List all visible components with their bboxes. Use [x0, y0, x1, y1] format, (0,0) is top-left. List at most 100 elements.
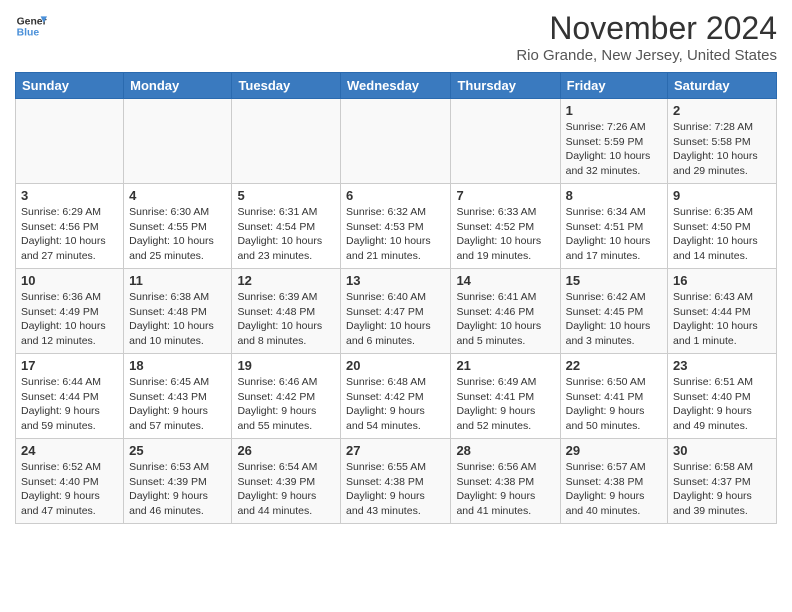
- day-number: 9: [673, 188, 771, 203]
- logo-icon: General Blue: [15, 10, 47, 42]
- day-info: Sunrise: 6:49 AM Sunset: 4:41 PM Dayligh…: [456, 375, 554, 434]
- day-info: Sunrise: 6:41 AM Sunset: 4:46 PM Dayligh…: [456, 290, 554, 349]
- day-number: 11: [129, 273, 226, 288]
- header: General Blue November 2024 Rio Grande, N…: [15, 10, 777, 64]
- day-number: 17: [21, 358, 118, 373]
- day-info: Sunrise: 6:40 AM Sunset: 4:47 PM Dayligh…: [346, 290, 445, 349]
- calendar-day-cell: 4Sunrise: 6:30 AM Sunset: 4:55 PM Daylig…: [124, 184, 232, 269]
- column-header-friday: Friday: [560, 73, 667, 99]
- day-number: 15: [566, 273, 662, 288]
- day-number: 6: [346, 188, 445, 203]
- day-info: Sunrise: 6:32 AM Sunset: 4:53 PM Dayligh…: [346, 205, 445, 264]
- day-info: Sunrise: 6:51 AM Sunset: 4:40 PM Dayligh…: [673, 375, 771, 434]
- day-number: 21: [456, 358, 554, 373]
- day-number: 13: [346, 273, 445, 288]
- day-info: Sunrise: 6:29 AM Sunset: 4:56 PM Dayligh…: [21, 205, 118, 264]
- day-info: Sunrise: 7:28 AM Sunset: 5:58 PM Dayligh…: [673, 120, 771, 179]
- empty-cell: [341, 99, 451, 184]
- day-number: 29: [566, 443, 662, 458]
- calendar-day-cell: 15 Sunrise: 6:42 AM Sunset: 4:45 PM Dayli…: [560, 269, 667, 354]
- logo: General Blue: [15, 10, 47, 42]
- calendar-day-cell: 2 Sunrise: 7:28 AM Sunset: 5:58 PM Daylig…: [668, 99, 777, 184]
- calendar-day-cell: 21 Sunrise: 6:49 AM Sunset: 4:41 PM Dayli…: [451, 354, 560, 439]
- calendar-day-cell: 17 Sunrise: 6:44 AM Sunset: 4:44 PM Dayli…: [16, 354, 124, 439]
- empty-cell: [232, 99, 341, 184]
- calendar-day-cell: 26 Sunrise: 6:54 AM Sunset: 4:39 PM Dayli…: [232, 439, 341, 524]
- page: General Blue November 2024 Rio Grande, N…: [0, 0, 792, 534]
- month-title: November 2024: [516, 10, 777, 47]
- day-number: 22: [566, 358, 662, 373]
- calendar-week-row: 1 Sunrise: 7:26 AM Sunset: 5:59 PM Daylig…: [16, 99, 777, 184]
- calendar-header-row: SundayMondayTuesdayWednesdayThursdayFrid…: [16, 73, 777, 99]
- day-number: 2: [673, 103, 771, 118]
- day-info: Sunrise: 6:44 AM Sunset: 4:44 PM Dayligh…: [21, 375, 118, 434]
- column-header-sunday: Sunday: [16, 73, 124, 99]
- day-info: Sunrise: 6:42 AM Sunset: 4:45 PM Dayligh…: [566, 290, 662, 349]
- day-number: 28: [456, 443, 554, 458]
- calendar-day-cell: 13 Sunrise: 6:40 AM Sunset: 4:47 PM Dayli…: [341, 269, 451, 354]
- day-info: Sunrise: 6:50 AM Sunset: 4:41 PM Dayligh…: [566, 375, 662, 434]
- day-info: Sunrise: 7:26 AM Sunset: 5:59 PM Dayligh…: [566, 120, 662, 179]
- day-info: Sunrise: 6:53 AM Sunset: 4:39 PM Dayligh…: [129, 460, 226, 519]
- empty-cell: [124, 99, 232, 184]
- calendar-day-cell: 29Sunrise: 6:57 AM Sunset: 4:38 PM Dayli…: [560, 439, 667, 524]
- day-number: 25: [129, 443, 226, 458]
- day-number: 8: [566, 188, 662, 203]
- calendar-day-cell: 24Sunrise: 6:52 AM Sunset: 4:40 PM Dayli…: [16, 439, 124, 524]
- empty-cell: [16, 99, 124, 184]
- day-info: Sunrise: 6:48 AM Sunset: 4:42 PM Dayligh…: [346, 375, 445, 434]
- calendar: SundayMondayTuesdayWednesdayThursdayFrid…: [15, 72, 777, 524]
- day-info: Sunrise: 6:35 AM Sunset: 4:50 PM Dayligh…: [673, 205, 771, 264]
- day-number: 7: [456, 188, 554, 203]
- day-number: 26: [237, 443, 335, 458]
- day-info: Sunrise: 6:54 AM Sunset: 4:39 PM Dayligh…: [237, 460, 335, 519]
- calendar-day-cell: 27 Sunrise: 6:55 AM Sunset: 4:38 PM Dayli…: [341, 439, 451, 524]
- day-info: Sunrise: 6:45 AM Sunset: 4:43 PM Dayligh…: [129, 375, 226, 434]
- calendar-day-cell: 28 Sunrise: 6:56 AM Sunset: 4:38 PM Dayli…: [451, 439, 560, 524]
- day-info: Sunrise: 6:55 AM Sunset: 4:38 PM Dayligh…: [346, 460, 445, 519]
- calendar-day-cell: 3 Sunrise: 6:29 AM Sunset: 4:56 PM Daylig…: [16, 184, 124, 269]
- calendar-day-cell: 18 Sunrise: 6:45 AM Sunset: 4:43 PM Dayli…: [124, 354, 232, 439]
- calendar-week-row: 17 Sunrise: 6:44 AM Sunset: 4:44 PM Dayli…: [16, 354, 777, 439]
- day-info: Sunrise: 6:34 AM Sunset: 4:51 PM Dayligh…: [566, 205, 662, 264]
- day-number: 24: [21, 443, 118, 458]
- column-header-wednesday: Wednesday: [341, 73, 451, 99]
- day-number: 18: [129, 358, 226, 373]
- day-number: 10: [21, 273, 118, 288]
- svg-text:Blue: Blue: [17, 28, 40, 39]
- calendar-week-row: 3 Sunrise: 6:29 AM Sunset: 4:56 PM Daylig…: [16, 184, 777, 269]
- column-header-thursday: Thursday: [451, 73, 560, 99]
- calendar-day-cell: 8 Sunrise: 6:34 AM Sunset: 4:51 PM Daylig…: [560, 184, 667, 269]
- column-header-monday: Monday: [124, 73, 232, 99]
- calendar-day-cell: 30 Sunrise: 6:58 AM Sunset: 4:37 PM Dayli…: [668, 439, 777, 524]
- calendar-day-cell: 1 Sunrise: 7:26 AM Sunset: 5:59 PM Daylig…: [560, 99, 667, 184]
- day-number: 23: [673, 358, 771, 373]
- calendar-week-row: 24Sunrise: 6:52 AM Sunset: 4:40 PM Dayli…: [16, 439, 777, 524]
- calendar-week-row: 10Sunrise: 6:36 AM Sunset: 4:49 PM Dayli…: [16, 269, 777, 354]
- calendar-day-cell: 22 Sunrise: 6:50 AM Sunset: 4:41 PM Dayli…: [560, 354, 667, 439]
- day-number: 5: [237, 188, 335, 203]
- calendar-day-cell: 25 Sunrise: 6:53 AM Sunset: 4:39 PM Dayli…: [124, 439, 232, 524]
- day-info: Sunrise: 6:46 AM Sunset: 4:42 PM Dayligh…: [237, 375, 335, 434]
- calendar-day-cell: 6 Sunrise: 6:32 AM Sunset: 4:53 PM Daylig…: [341, 184, 451, 269]
- day-number: 1: [566, 103, 662, 118]
- calendar-day-cell: 23 Sunrise: 6:51 AM Sunset: 4:40 PM Dayli…: [668, 354, 777, 439]
- day-info: Sunrise: 6:31 AM Sunset: 4:54 PM Dayligh…: [237, 205, 335, 264]
- calendar-day-cell: 10Sunrise: 6:36 AM Sunset: 4:49 PM Dayli…: [16, 269, 124, 354]
- day-info: Sunrise: 6:43 AM Sunset: 4:44 PM Dayligh…: [673, 290, 771, 349]
- day-info: Sunrise: 6:56 AM Sunset: 4:38 PM Dayligh…: [456, 460, 554, 519]
- day-number: 27: [346, 443, 445, 458]
- calendar-day-cell: 12Sunrise: 6:39 AM Sunset: 4:48 PM Dayli…: [232, 269, 341, 354]
- column-header-saturday: Saturday: [668, 73, 777, 99]
- calendar-day-cell: 14Sunrise: 6:41 AM Sunset: 4:46 PM Dayli…: [451, 269, 560, 354]
- calendar-day-cell: 19Sunrise: 6:46 AM Sunset: 4:42 PM Dayli…: [232, 354, 341, 439]
- day-number: 20: [346, 358, 445, 373]
- day-info: Sunrise: 6:58 AM Sunset: 4:37 PM Dayligh…: [673, 460, 771, 519]
- day-number: 30: [673, 443, 771, 458]
- calendar-day-cell: 7Sunrise: 6:33 AM Sunset: 4:52 PM Daylig…: [451, 184, 560, 269]
- column-header-tuesday: Tuesday: [232, 73, 341, 99]
- day-number: 3: [21, 188, 118, 203]
- empty-cell: [451, 99, 560, 184]
- day-info: Sunrise: 6:38 AM Sunset: 4:48 PM Dayligh…: [129, 290, 226, 349]
- calendar-day-cell: 11 Sunrise: 6:38 AM Sunset: 4:48 PM Dayli…: [124, 269, 232, 354]
